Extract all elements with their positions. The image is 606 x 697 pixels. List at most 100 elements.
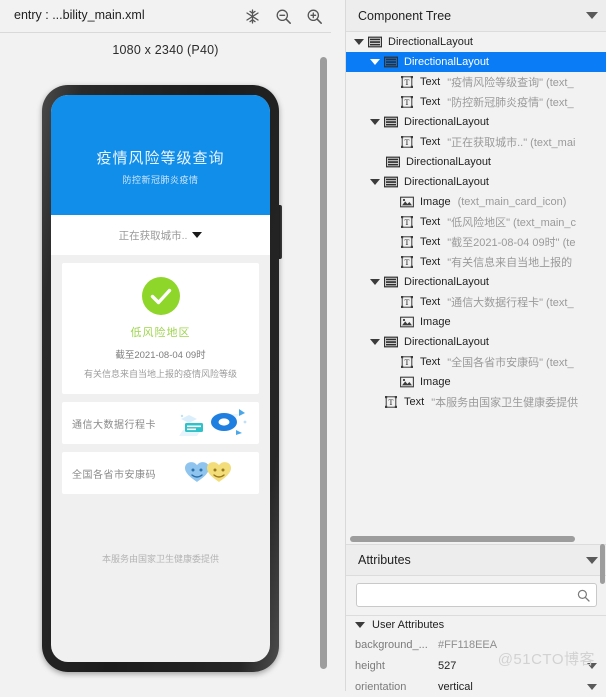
chevron-down-icon[interactable] — [370, 119, 380, 125]
tree-row[interactable]: DirectionalLayout — [346, 112, 606, 132]
tree-row[interactable]: T Text "有关信息来自当地上报的 — [346, 252, 606, 272]
tree-row-name: Text — [420, 76, 441, 88]
design-canvas[interactable]: 1080 x 2340 (P40) 疫情风险等级查询 防控新冠肺炎疫情 正在获取… — [0, 33, 331, 691]
text-icon: T — [400, 96, 414, 108]
tree-row-name: DirectionalLayout — [404, 336, 489, 348]
right-pane: Component Tree DirectionalLayout Directio… — [345, 0, 606, 693]
tree-row-name: Image — [420, 376, 451, 388]
chevron-down-icon[interactable] — [370, 179, 380, 185]
tree-row-name: Image — [420, 196, 451, 208]
list-item[interactable]: 全国各省市安康码 — [62, 452, 259, 494]
canvas-pane: entry : ...bility_main.xml 1080 x 2340 (… — [0, 0, 331, 691]
svg-text:T: T — [405, 78, 410, 87]
svg-text:T: T — [405, 218, 410, 227]
tree-row-value: "截至2021-08-04 09时" (te — [447, 237, 576, 249]
image-icon — [400, 196, 414, 208]
layout-icon — [384, 276, 399, 288]
list-item-label: 全国各省市安康码 — [72, 469, 156, 481]
tree-row[interactable]: DirectionalLayout — [346, 32, 606, 52]
chevron-down-icon[interactable] — [370, 279, 380, 285]
snowflake-icon[interactable] — [244, 8, 261, 25]
editor-file-label: entry : ...bility_main.xml — [14, 8, 145, 22]
chevron-down-icon[interactable] — [587, 662, 597, 669]
tree-row-name: Text — [420, 256, 441, 268]
tree-row[interactable]: DirectionalLayout — [346, 272, 606, 292]
tree-row-name: Text — [420, 96, 441, 108]
attribute-row[interactable]: background_... #FF118EEA — [346, 634, 606, 655]
tree-row[interactable]: T Text "正在获取城市.." (text_mai — [346, 132, 606, 152]
list-item-label: 通信大数据行程卡 — [72, 419, 156, 431]
tree-row[interactable]: T Text "低风险地区" (text_main_c — [346, 212, 606, 232]
attributes-rows: background_... #FF118EEA height 527 orientat… — [346, 634, 606, 697]
tree-row-name: DirectionalLayout — [404, 56, 489, 68]
tree-row-value: "本服务由国家卫生健康委提供 — [431, 397, 579, 409]
chevron-down-icon[interactable] — [370, 339, 380, 345]
tree-row[interactable]: Image — [346, 312, 606, 332]
attributes-search-wrap — [346, 576, 606, 615]
chevron-down-icon[interactable] — [587, 683, 597, 690]
svg-text:T: T — [405, 238, 410, 247]
tree-row-value: "低风险地区" (text_main_c — [447, 217, 577, 229]
tree-row[interactable]: Image (text_main_card_icon) — [346, 192, 606, 212]
attribute-value[interactable]: #FF118EEA — [438, 639, 497, 651]
tree-row[interactable]: T Text "本服务由国家卫生健康委提供 — [346, 392, 606, 412]
zoom-in-icon[interactable] — [306, 8, 323, 25]
tree-row[interactable]: DirectionalLayout — [346, 332, 606, 352]
list-item[interactable]: 通信大数据行程卡 — [62, 402, 259, 444]
search-icon[interactable] — [577, 589, 590, 602]
risk-timestamp: 截至2021-08-04 09时 — [115, 350, 206, 361]
tree-row[interactable]: T Text "防控新冠肺炎疫情" (text_ — [346, 92, 606, 112]
text-icon: T — [400, 256, 414, 268]
image-icon — [400, 316, 414, 328]
tree-row-value: "全国各省市安康码" (text_ — [447, 357, 574, 369]
risk-level-label: 低风险地区 — [130, 327, 191, 339]
attributes-search-box[interactable] — [356, 583, 597, 607]
health-code-illustration-icon — [179, 456, 249, 490]
risk-status-card: 低风险地区 截至2021-08-04 09时 有关信息来自当地上报的疫情风险等级 — [62, 263, 259, 394]
attribute-row[interactable]: orientation vertical — [346, 676, 606, 697]
user-attributes-label: User Attributes — [372, 619, 445, 631]
tree-row[interactable]: Image — [346, 372, 606, 392]
preview-header-subtitle: 防控新冠肺炎疫情 — [122, 175, 199, 185]
text-icon: T — [384, 396, 398, 408]
chevron-down-icon[interactable] — [586, 556, 598, 564]
search-input[interactable] — [365, 588, 577, 602]
tree-row-name: Text — [420, 136, 441, 148]
component-tree[interactable]: DirectionalLayout DirectionalLayout T Text "… — [346, 32, 606, 532]
check-circle-icon — [141, 277, 180, 315]
chevron-down-icon — [192, 232, 203, 238]
tree-horizontal-scrollbar[interactable] — [350, 536, 575, 542]
chevron-down-icon[interactable] — [586, 12, 598, 19]
attribute-row[interactable]: height 527 — [346, 655, 606, 676]
layout-icon — [384, 56, 399, 68]
attributes-scrollbar[interactable] — [600, 544, 605, 584]
attributes-header[interactable]: Attributes — [346, 544, 606, 576]
svg-text:T: T — [405, 358, 410, 367]
tree-row[interactable]: DirectionalLayout — [346, 172, 606, 192]
canvas-toolbar: entry : ...bility_main.xml — [0, 0, 331, 33]
user-attributes-section-header[interactable]: User Attributes — [346, 615, 606, 634]
chevron-down-icon — [355, 622, 365, 628]
device-dimension-label: 1080 x 2340 (P40) — [112, 43, 219, 57]
chevron-down-icon[interactable] — [354, 39, 364, 45]
city-selector-label: 正在获取城市.. — [118, 229, 188, 242]
tree-row[interactable]: T Text "通信大数据行程卡" (text_ — [346, 292, 606, 312]
zoom-out-icon[interactable] — [275, 8, 292, 25]
preview-footer-note: 本服务由国家卫生健康委提供 — [101, 554, 219, 564]
component-tree-header[interactable]: Component Tree — [346, 0, 606, 32]
attribute-value[interactable]: 527 — [438, 660, 456, 672]
canvas-vertical-scrollbar[interactable] — [320, 57, 327, 669]
tree-row[interactable]: T Text "截至2021-08-04 09时" (te — [346, 232, 606, 252]
layout-icon — [384, 176, 399, 188]
tree-row[interactable]: T Text "全国各省市安康码" (text_ — [346, 352, 606, 372]
text-icon: T — [400, 236, 414, 248]
tree-row-name: DirectionalLayout — [406, 156, 491, 168]
layout-icon — [384, 336, 399, 348]
city-selector[interactable]: 正在获取城市.. — [51, 215, 270, 255]
chevron-down-icon[interactable] — [370, 59, 380, 65]
tree-row[interactable]: DirectionalLayout — [346, 52, 606, 72]
tree-row[interactable]: DirectionalLayout — [346, 152, 606, 172]
preview-header: 疫情风险等级查询 防控新冠肺炎疫情 — [51, 95, 270, 215]
risk-icon-wrap — [72, 277, 249, 315]
tree-row[interactable]: T Text "疫情风险等级查询" (text_ — [346, 72, 606, 92]
